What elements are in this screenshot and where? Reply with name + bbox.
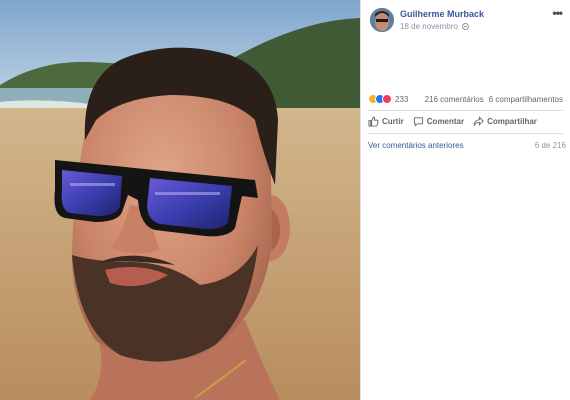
comments-header: Ver comentários anteriores 6 de 216 <box>368 141 566 150</box>
post-date[interactable]: 18 de novembro <box>400 22 458 31</box>
comment-icon <box>413 116 423 127</box>
post-side-panel: Guilherme Murback 18 de novembro ••• 233… <box>361 0 570 400</box>
comment-count[interactable]: 216 comentários <box>425 95 484 104</box>
share-count[interactable]: 6 compartilhamentos <box>489 95 563 104</box>
post-photo[interactable] <box>0 0 360 400</box>
share-button[interactable]: Compartilhar <box>473 115 537 127</box>
post-meta: 18 de novembro <box>400 22 469 31</box>
like-label: Curtir <box>382 116 404 126</box>
like-button[interactable]: Curtir <box>368 115 404 127</box>
more-options-icon[interactable]: ••• <box>552 6 563 20</box>
avatar[interactable] <box>370 8 394 32</box>
share-label: Compartilhar <box>487 116 537 126</box>
divider-bottom <box>368 133 563 134</box>
divider-top <box>368 110 563 111</box>
comment-button[interactable]: Comentar <box>413 116 464 127</box>
selfie-image <box>0 0 360 400</box>
love-reaction-icon[interactable] <box>382 94 392 104</box>
globe-icon <box>461 23 469 30</box>
share-icon <box>473 115 484 126</box>
comments-pagination: 6 de 216 <box>534 141 566 150</box>
comment-label: Comentar <box>426 116 465 126</box>
author-name[interactable]: Guilherme Murback <box>400 9 484 19</box>
view-previous-comments-link[interactable]: Ver comentários anteriores <box>368 141 464 150</box>
reactions-bar: 233 216 comentários 6 compartilhamentos <box>368 93 563 105</box>
thumbs-up-icon <box>368 115 379 127</box>
post-actions: Curtir Comentar Compartilhar <box>368 113 563 129</box>
reaction-count[interactable]: 233 <box>395 95 408 104</box>
engagement-counts: 216 comentários 6 compartilhamentos <box>425 95 563 104</box>
